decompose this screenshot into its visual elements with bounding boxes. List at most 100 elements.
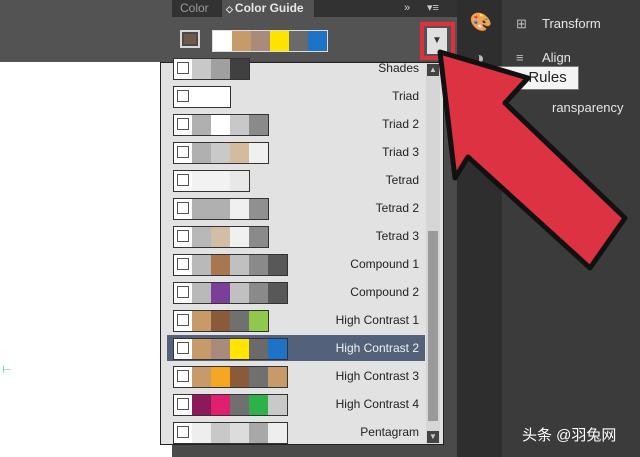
color-swatch <box>230 367 249 387</box>
swatch-checkbox-icon <box>174 255 192 275</box>
harmony-rule-row[interactable]: High Contrast 3 <box>167 363 425 389</box>
harmony-rule-row[interactable]: Pentagram <box>167 419 425 445</box>
scroll-up-icon[interactable]: ▲ <box>427 64 439 76</box>
palette-icon[interactable]: 🎨 <box>469 10 493 34</box>
harmony-rule-row[interactable]: Triad 2 <box>167 111 425 137</box>
color-swatch[interactable] <box>289 31 308 51</box>
harmony-rule-row[interactable]: Tetrad <box>167 167 425 193</box>
color-swatch <box>230 199 249 219</box>
color-swatch[interactable] <box>251 31 270 51</box>
color-swatch <box>211 367 230 387</box>
color-swatch <box>268 423 287 443</box>
harmony-rule-label: Pentagram <box>360 425 419 439</box>
color-swatch <box>192 339 211 359</box>
base-color-fill <box>184 34 196 44</box>
color-swatch <box>211 87 230 107</box>
harmony-rule-label: High Contrast 3 <box>335 369 419 383</box>
harmony-rule-row[interactable]: Triad <box>167 83 425 109</box>
swatch-checkbox-icon <box>174 143 192 163</box>
swatch-checkbox-icon <box>174 339 192 359</box>
color-swatch <box>211 423 230 443</box>
swatch-checkbox-icon <box>174 423 192 443</box>
color-swatch <box>211 171 230 191</box>
scroll-thumb[interactable] <box>428 231 438 421</box>
harmony-swatch-strip <box>173 422 288 444</box>
tab-color[interactable]: Color <box>180 0 209 17</box>
panel-menu-icon[interactable]: ▾≡ <box>427 0 439 17</box>
harmony-swatch-strip <box>173 282 288 304</box>
harmony-rule-row[interactable]: Tetrad 2 <box>167 195 425 221</box>
color-swatch <box>192 143 211 163</box>
harmony-rule-label: Triad 3 <box>382 145 419 159</box>
color-swatch <box>211 143 230 163</box>
base-color-swatch[interactable] <box>180 30 200 48</box>
color-swatch <box>211 311 230 331</box>
color-swatch <box>192 423 211 443</box>
harmony-rule-row[interactable]: Compound 2 <box>167 279 425 305</box>
harmony-rule-row[interactable]: Compound 1 <box>167 251 425 277</box>
harmony-swatch-strip <box>173 198 269 220</box>
harmony-rule-label: Triad <box>392 89 419 103</box>
color-swatch <box>211 227 230 247</box>
dock-item-transform[interactable]: ⊞ Transform <box>516 12 601 36</box>
swatch-checkbox-icon <box>174 395 192 415</box>
swatch-checkbox-icon <box>174 199 192 219</box>
color-swatch <box>268 367 287 387</box>
color-swatch[interactable] <box>308 31 327 51</box>
harmony-rule-label: Triad 2 <box>382 117 419 131</box>
harmony-swatch-strip <box>173 394 288 416</box>
harmony-swatch-strip <box>173 310 269 332</box>
harmony-swatch-strip <box>173 142 269 164</box>
color-swatch[interactable] <box>270 31 289 51</box>
color-swatch <box>230 255 249 275</box>
color-swatch <box>192 283 211 303</box>
color-swatch <box>230 423 249 443</box>
collapse-panel-icon[interactable]: » <box>404 0 410 17</box>
artboard[interactable] <box>0 62 172 457</box>
transform-icon: ⊞ <box>516 16 527 31</box>
color-swatch <box>230 59 249 79</box>
color-swatch[interactable] <box>213 31 232 51</box>
color-swatch <box>192 395 211 415</box>
harmony-rule-label: High Contrast 2 <box>335 341 419 355</box>
harmony-rule-row[interactable]: High Contrast 1 <box>167 307 425 333</box>
harmony-rule-label: Compound 2 <box>350 285 419 299</box>
color-swatch <box>230 283 249 303</box>
harmony-rule-row[interactable]: High Contrast 4 <box>167 391 425 417</box>
color-swatch <box>249 339 268 359</box>
harmony-swatch-strip <box>173 170 250 192</box>
color-swatch <box>268 283 287 303</box>
harmony-rule-row[interactable]: High Contrast 2 <box>167 335 425 361</box>
dropdown-scrollbar[interactable]: ▲ ▼ <box>426 63 440 444</box>
color-swatch <box>192 171 211 191</box>
color-swatch[interactable] <box>232 31 251 51</box>
color-swatch <box>230 143 249 163</box>
color-swatch <box>249 311 268 331</box>
harmony-rule-label: Tetrad <box>385 173 419 187</box>
harmony-rule-label: High Contrast 1 <box>335 313 419 327</box>
harmony-rules-dropdown: Shades Triad Triad 2 Triad 3 Tetrad Tetrad 2 T… <box>160 58 444 445</box>
harmony-rule-row[interactable]: Triad 3 <box>167 139 425 165</box>
color-swatch <box>268 255 287 275</box>
color-swatch <box>192 311 211 331</box>
scroll-down-icon[interactable]: ▼ <box>427 431 439 443</box>
color-swatch <box>249 423 268 443</box>
color-swatch <box>249 367 268 387</box>
current-harmony-strip[interactable] <box>212 30 328 52</box>
color-swatch <box>192 227 211 247</box>
color-swatch <box>211 339 230 359</box>
swatch-checkbox-icon <box>174 87 192 107</box>
swatch-checkbox-icon <box>174 171 192 191</box>
harmony-rule-row[interactable]: Shades <box>167 55 425 81</box>
tab-color-guide[interactable]: ◇ Color Guide <box>222 0 314 17</box>
color-swatch <box>230 227 249 247</box>
swatch-checkbox-icon <box>174 59 192 79</box>
tooltip-harmony-rules: ony Rules <box>493 66 579 90</box>
harmony-rule-row[interactable]: Tetrad 3 <box>167 223 425 249</box>
dock-item-transparency[interactable]: ransparency <box>552 96 624 120</box>
stroke-icon[interactable]: ◑ <box>467 46 491 70</box>
dock-item-align-label: Align <box>542 50 571 65</box>
color-swatch <box>230 171 249 191</box>
harmony-swatch-strip <box>173 226 269 248</box>
panel-tab-bar: Color ◇ Color Guide » ▾≡ <box>172 0 457 17</box>
